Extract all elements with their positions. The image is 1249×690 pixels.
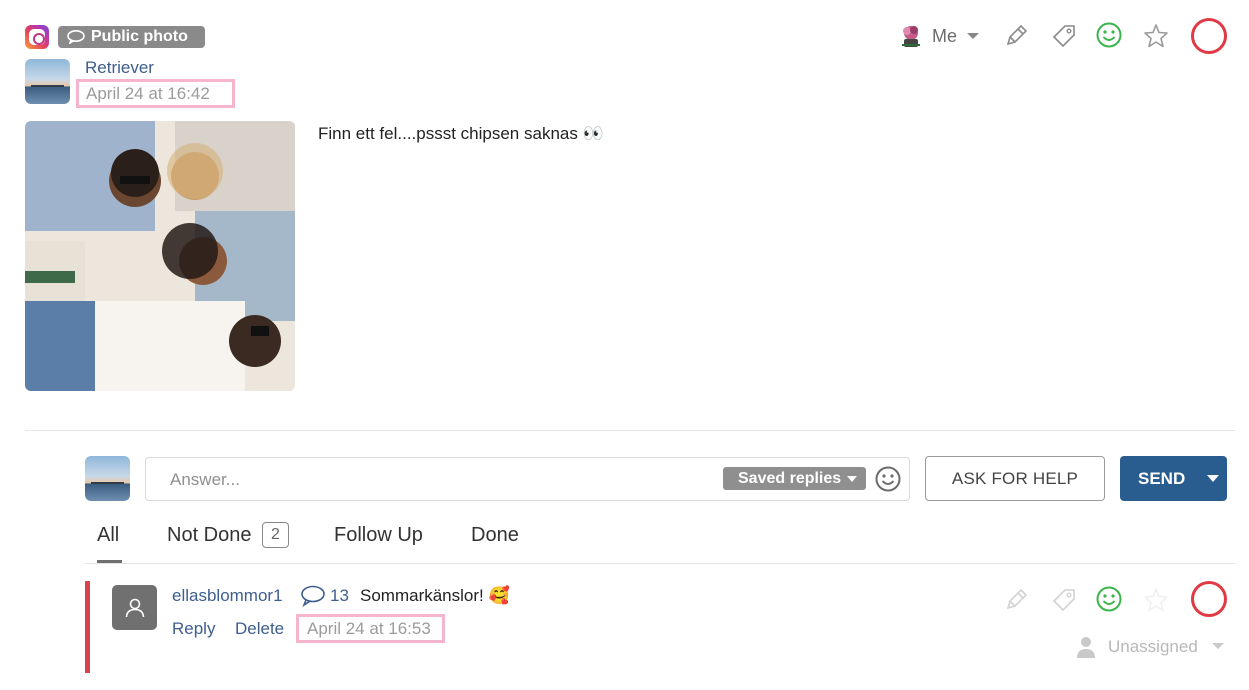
author-avatar[interactable] — [25, 59, 70, 104]
star-icon[interactable] — [1141, 21, 1171, 51]
speech-bubble-icon — [67, 30, 85, 44]
instagram-icon — [25, 25, 49, 49]
section-divider — [25, 430, 1235, 431]
unassigned-chevron-down-icon[interactable] — [1212, 643, 1224, 649]
reply-avatar — [85, 456, 130, 501]
comment-status-circle-icon[interactable] — [1191, 581, 1227, 617]
comment-text: Sommarkänslor! 🥰 — [360, 586, 510, 605]
comment-tag-icon[interactable] — [1049, 585, 1079, 615]
commenter-avatar[interactable] — [112, 585, 157, 630]
delete-link[interactable]: Delete — [235, 619, 284, 639]
assignee-chevron-down-icon[interactable] — [967, 33, 979, 39]
post-photo[interactable] — [25, 121, 295, 391]
reply-link[interactable]: Reply — [172, 619, 215, 639]
comment-edit-pencil-icon[interactable] — [1001, 585, 1031, 615]
saved-replies-label: Saved replies — [738, 469, 842, 487]
unassigned-label[interactable]: Unassigned — [1108, 637, 1198, 657]
tab-not-done[interactable]: Not Done — [167, 524, 252, 547]
assignee-avatar[interactable] — [898, 23, 924, 49]
comment-status-bar — [85, 581, 90, 673]
chevron-down-icon — [847, 475, 858, 482]
author-name[interactable]: Retriever — [85, 58, 154, 78]
tab-done[interactable]: Done — [471, 524, 519, 547]
post-text: Finn ett fel....pssst chipsen saknas 👀 — [318, 124, 604, 143]
send-label: SEND — [1138, 468, 1186, 488]
public-photo-label: Public photo — [91, 28, 188, 45]
comment-bubble-icon — [300, 585, 326, 612]
comment-sentiment-smiley-icon[interactable] — [1094, 584, 1124, 614]
comment-timestamp: April 24 at 16:53 — [296, 614, 445, 643]
send-button[interactable]: SEND — [1120, 456, 1227, 501]
tab-follow-up[interactable]: Follow Up — [334, 524, 423, 547]
commenter-username[interactable]: ellasblommor1 — [172, 586, 283, 606]
public-photo-badge: Public photo — [58, 26, 205, 48]
active-tab-indicator — [97, 560, 122, 563]
comment-star-icon[interactable] — [1141, 585, 1171, 615]
sentiment-smiley-icon[interactable] — [1094, 20, 1124, 50]
emoji-picker-icon[interactable] — [873, 464, 903, 494]
user-silhouette-icon — [125, 598, 144, 617]
saved-replies-button[interactable]: Saved replies — [723, 467, 866, 490]
tab-all[interactable]: All — [97, 524, 119, 547]
edit-pencil-icon[interactable] — [1001, 21, 1031, 51]
post-timestamp: April 24 at 16:42 — [76, 79, 235, 108]
send-options-chevron-down-icon[interactable] — [1207, 475, 1220, 482]
tabs-divider — [85, 563, 1235, 564]
status-circle-icon[interactable] — [1191, 18, 1227, 54]
tag-icon[interactable] — [1049, 21, 1079, 51]
ask-for-help-button[interactable]: ASK FOR HELP — [925, 456, 1105, 501]
unassigned-user-icon — [1075, 635, 1097, 664]
not-done-count-badge: 2 — [262, 522, 289, 548]
comment-count[interactable]: 13 — [330, 586, 349, 606]
answer-input[interactable] — [170, 468, 710, 492]
assignee-label[interactable]: Me — [932, 26, 957, 47]
